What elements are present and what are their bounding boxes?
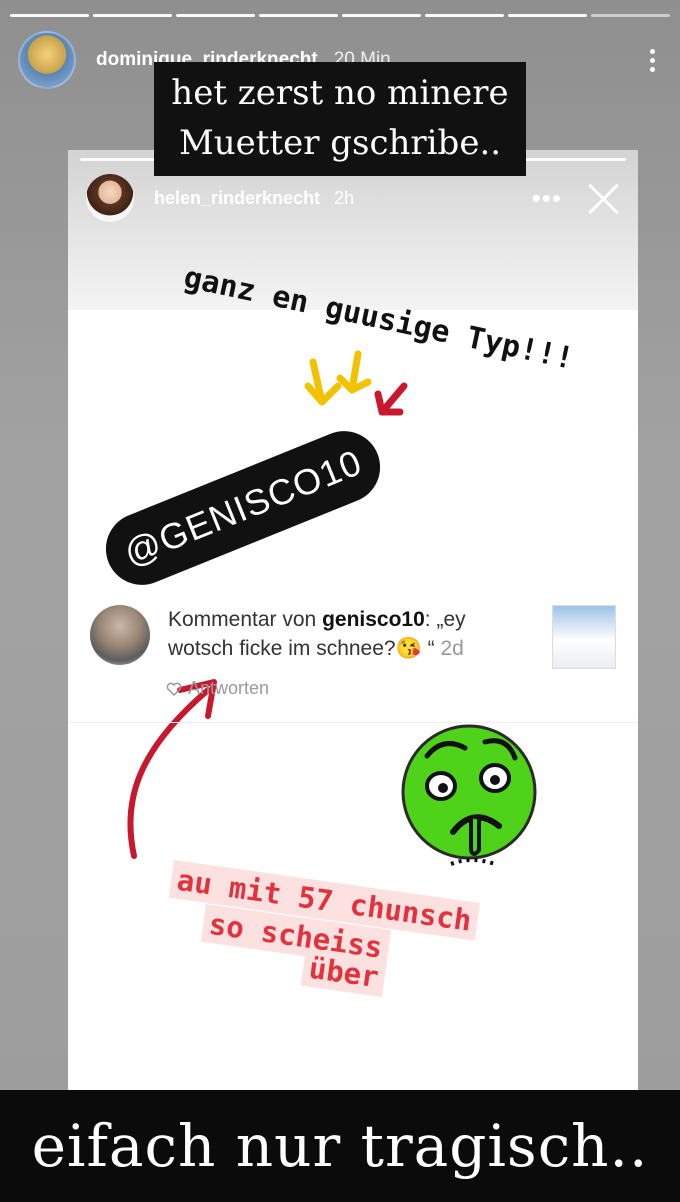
progress-segment [425,14,504,17]
top-caption: het zerst no minere Muetter gschribe.. [154,62,526,176]
big-red-arrow-icon [127,679,217,859]
heart-icon [166,682,182,696]
bottom-caption: eifach nur tragisch.. [0,1090,680,1202]
post-thumbnail [552,605,616,669]
reshared-story-card: helen_rinderknecht 2h ••• ganz en guusig… [68,150,638,1090]
vertical-dots-icon[interactable] [642,48,662,72]
yellow-arrow-icon [336,350,372,394]
comment-row: Kommentar von genisco10: „ey wotsch fick… [90,605,616,675]
comment-text: Kommentar von genisco10: „ey wotsch fick… [168,605,508,675]
comment-close-quote: “ [427,637,435,660]
comment-time: 2d [440,637,464,660]
progress-segment [10,14,89,17]
commenter-avatar [90,605,150,665]
progress-segment [176,14,255,17]
reply-label: Antworten [188,678,270,698]
comment-body-1: : „ey [424,608,466,631]
progress-segment [342,14,421,17]
story-viewer: dominique_rinderknecht 20 Min. helen_rin… [0,0,680,1202]
progress-segment [93,14,172,17]
red-arrow-icon [374,382,408,416]
progress-segment [591,14,670,17]
story-progress-bar [10,14,670,17]
comment-body-2: wotsch ficke im schnee?😘 [168,637,422,660]
comment-prefix: Kommentar von [168,608,323,631]
reply-row: Antworten [166,678,269,699]
divider [68,722,638,723]
progress-segment [259,14,338,17]
avatar[interactable] [18,31,76,89]
comment-user: genisco10 [322,608,425,631]
progress-segment [508,14,587,17]
yellow-arrow-icon [304,358,342,406]
nauseated-face-sticker [401,724,537,866]
